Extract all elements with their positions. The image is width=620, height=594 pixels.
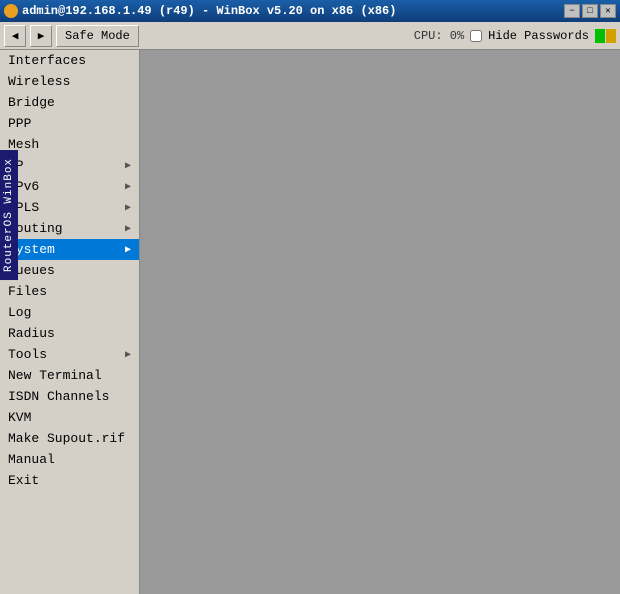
sidebar-item-label: Make Supout.rif (8, 431, 125, 446)
sidebar-item-exit[interactable]: Exit (0, 470, 139, 491)
minimize-button[interactable]: − (564, 4, 580, 18)
sidebar-item-interfaces[interactable]: Interfaces (0, 50, 139, 71)
title-bar: admin@192.168.1.49 (r49) - WinBox v5.20 … (0, 0, 620, 22)
sidebar-item-log[interactable]: Log (0, 302, 139, 323)
status-light-yellow (606, 29, 616, 43)
sidebar-item-label: PPP (8, 116, 31, 131)
forward-button[interactable]: ▶ (30, 25, 52, 47)
sidebar-item-label: Wireless (8, 74, 70, 89)
sidebar-item-mesh[interactable]: Mesh (0, 134, 139, 155)
sidebar-item-ip[interactable]: IP▶ (0, 155, 139, 176)
safe-mode-button[interactable]: Safe Mode (56, 25, 139, 47)
sidebar-item-make-supout[interactable]: Make Supout.rif (0, 428, 139, 449)
sidebar-item-system[interactable]: System▶ (0, 239, 139, 260)
sidebar-item-label: Exit (8, 473, 39, 488)
submenu-arrow-icon: ▶ (125, 181, 131, 193)
app-icon (4, 4, 18, 18)
content-area (140, 50, 620, 594)
sidebar-item-label: Log (8, 305, 31, 320)
menu-list: InterfacesWirelessBridgePPPMeshIP▶IPv6▶M… (0, 50, 139, 491)
sidebar-item-ipv6[interactable]: IPv6▶ (0, 176, 139, 197)
sidebar-item-label: Files (8, 284, 47, 299)
status-light-green (595, 29, 605, 43)
submenu-arrow-icon: ▶ (125, 244, 131, 256)
sidebar-item-label: ISDN Channels (8, 389, 109, 404)
sidebar-item-new-terminal[interactable]: New Terminal (0, 365, 139, 386)
side-label: RouterOS WinBox (0, 150, 18, 280)
sidebar-item-label: New Terminal (8, 368, 102, 383)
sidebar-item-kvm[interactable]: KVM (0, 407, 139, 428)
sidebar-item-label: Interfaces (8, 53, 86, 68)
maximize-button[interactable]: □ (582, 4, 598, 18)
close-button[interactable]: ✕ (600, 4, 616, 18)
sidebar: InterfacesWirelessBridgePPPMeshIP▶IPv6▶M… (0, 50, 140, 594)
hide-passwords-label[interactable]: Hide Passwords (488, 29, 589, 43)
sidebar-item-label: Bridge (8, 95, 55, 110)
submenu-arrow-icon: ▶ (125, 349, 131, 361)
window-title: admin@192.168.1.49 (r49) - WinBox v5.20 … (22, 4, 396, 18)
sidebar-item-files[interactable]: Files (0, 281, 139, 302)
sidebar-item-label: KVM (8, 410, 31, 425)
sidebar-item-mpls[interactable]: MPLS▶ (0, 197, 139, 218)
status-lights (595, 29, 616, 43)
sidebar-item-label: Radius (8, 326, 55, 341)
sidebar-item-queues[interactable]: Queues (0, 260, 139, 281)
sidebar-item-ppp[interactable]: PPP (0, 113, 139, 134)
toolbar: ◀ ▶ Safe Mode CPU: 0% Hide Passwords (0, 22, 620, 50)
title-text: admin@192.168.1.49 (r49) - WinBox v5.20 … (4, 4, 396, 18)
sidebar-item-tools[interactable]: Tools ▶ (0, 344, 139, 365)
submenu-arrow-icon: ▶ (125, 223, 131, 235)
back-button[interactable]: ◀ (4, 25, 26, 47)
cpu-display: CPU: 0% (414, 29, 464, 43)
toolbar-right: CPU: 0% Hide Passwords (414, 29, 616, 43)
sidebar-item-routing[interactable]: Routing▶ (0, 218, 139, 239)
main-area: InterfacesWirelessBridgePPPMeshIP▶IPv6▶M… (0, 50, 620, 594)
sidebar-item-manual[interactable]: Manual (0, 449, 139, 470)
submenu-arrow-icon: ▶ (125, 160, 131, 172)
sidebar-item-bridge[interactable]: Bridge (0, 92, 139, 113)
sidebar-item-label: Tools (8, 347, 47, 362)
sidebar-item-radius[interactable]: Radius (0, 323, 139, 344)
sidebar-item-label: Manual (8, 452, 55, 467)
hide-passwords-checkbox[interactable] (470, 30, 482, 42)
sidebar-item-isdn-channels[interactable]: ISDN Channels (0, 386, 139, 407)
submenu-arrow-icon: ▶ (125, 202, 131, 214)
window-controls: − □ ✕ (564, 4, 616, 18)
sidebar-item-wireless[interactable]: Wireless (0, 71, 139, 92)
